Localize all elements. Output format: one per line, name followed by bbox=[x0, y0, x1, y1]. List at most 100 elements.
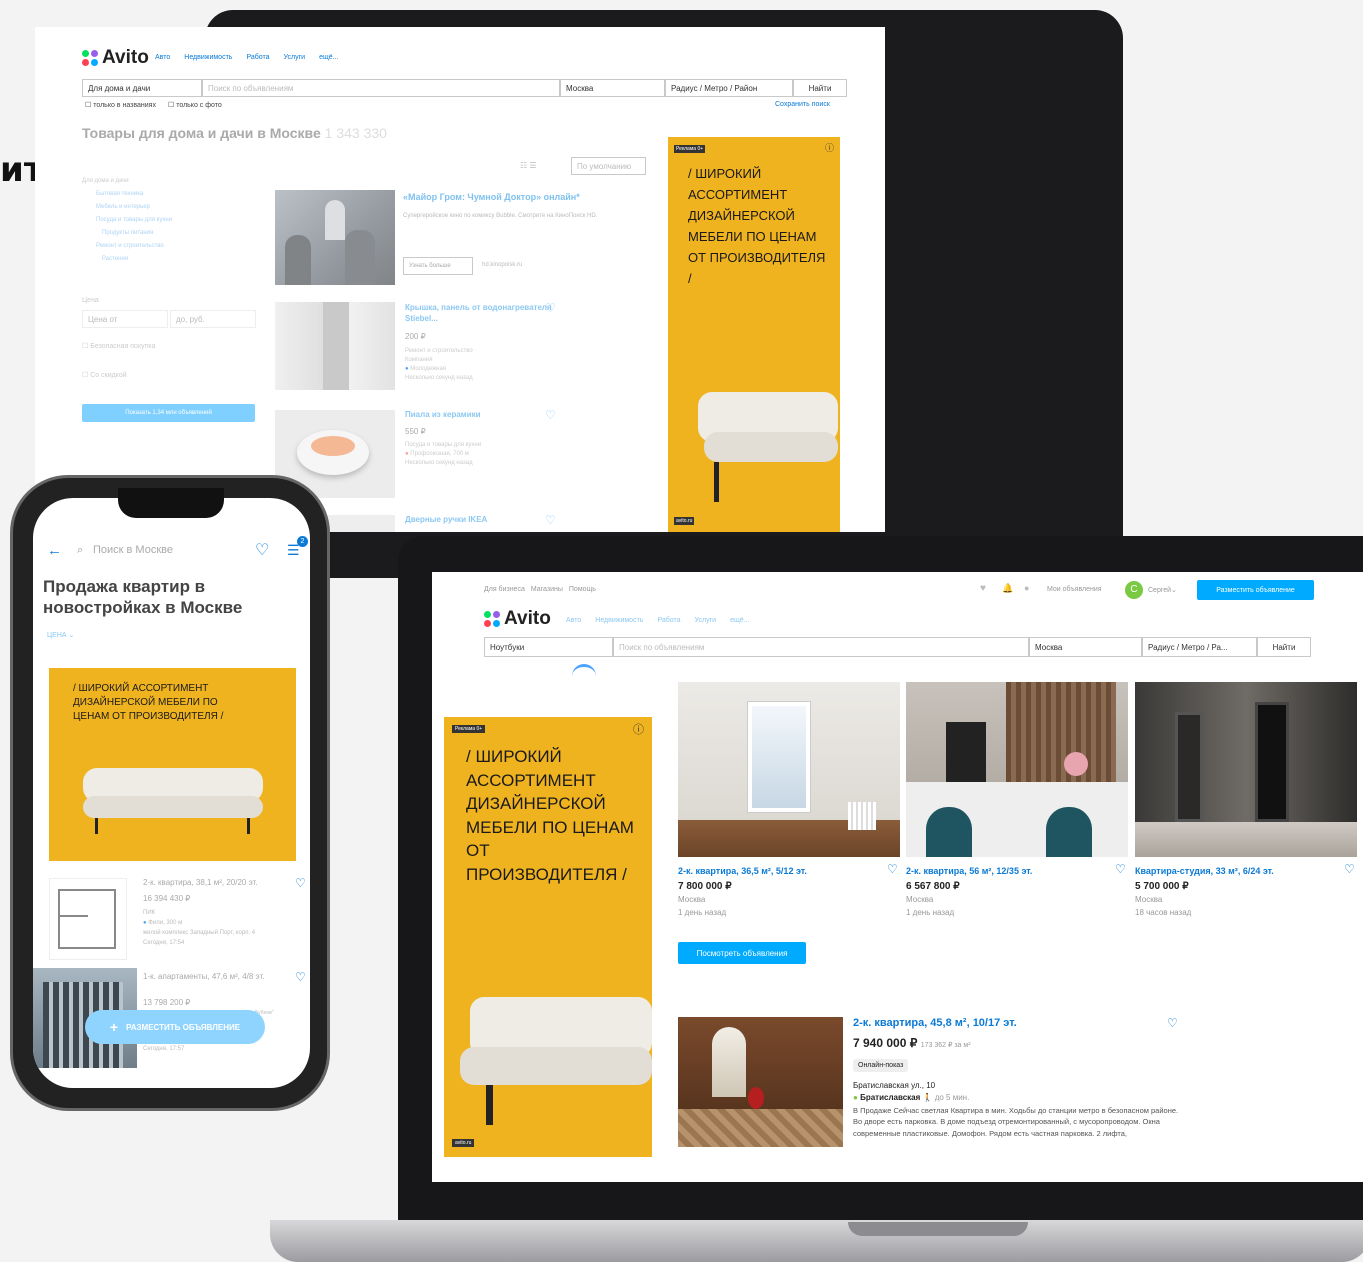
nav-services[interactable]: Услуги bbox=[695, 617, 717, 624]
only-titles-checkbox[interactable]: ☐ только в названиях bbox=[85, 101, 156, 109]
listing-photo[interactable] bbox=[678, 1017, 843, 1147]
category-select[interactable]: Для дома и дачи bbox=[82, 79, 202, 97]
price-filter-chip[interactable]: ЦЕНА ⌄ bbox=[47, 631, 74, 639]
category-select[interactable]: Ноутбуки bbox=[484, 637, 613, 657]
favorite-heart-icon[interactable]: ♡ bbox=[545, 513, 556, 527]
only-photo-checkbox[interactable]: ☐ только с фото bbox=[168, 101, 222, 109]
location-select[interactable]: Москва bbox=[1029, 637, 1142, 657]
favorite-heart-icon[interactable]: ♡ bbox=[887, 862, 898, 876]
radius-select[interactable]: Радиус / Метро / Ра... bbox=[1142, 637, 1257, 657]
results-title: Товары для дома и дачи в Москве 1 343 33… bbox=[82, 125, 387, 141]
category-item[interactable]: Растения bbox=[82, 253, 172, 266]
notifications-bell-icon[interactable]: 🔔 bbox=[1002, 583, 1013, 594]
listing-complex: жилой комплекс Западный Порт, корп. 4 bbox=[143, 930, 256, 936]
card-city: Москва bbox=[906, 895, 934, 904]
search-input[interactable]: Поиск по объявлениям bbox=[202, 79, 560, 97]
show-results-button[interactable]: Показать 1,34 млн объявлений bbox=[82, 404, 255, 422]
my-ads-link[interactable]: Мои объявления bbox=[1047, 586, 1102, 593]
avito-logo[interactable]: Avito bbox=[82, 47, 149, 69]
category-item[interactable]: Бытовая техника bbox=[82, 188, 172, 201]
listing-metro-name: Профсоюзная, 700 м bbox=[410, 451, 469, 457]
nav-jobs[interactable]: Работа bbox=[657, 617, 680, 624]
shops-link[interactable]: Магазины bbox=[531, 586, 563, 593]
nav-more[interactable]: ещё... bbox=[730, 617, 749, 624]
card-time: 1 день назад bbox=[906, 908, 955, 917]
promo-title[interactable]: «Майор Гром: Чумной Доктор» онлайн* bbox=[403, 192, 643, 202]
card-title[interactable]: 2-к. квартира, 56 м², 12/35 эт. bbox=[906, 866, 1106, 876]
listing-metro: ● Молодежная bbox=[405, 366, 447, 372]
ad-banner[interactable]: Реклама 0+ ⓘ / ШИРОКИЙ АССОРТИМЕНТ ДИЗАЙ… bbox=[444, 717, 652, 1157]
view-toggle-icons[interactable]: ☷ ☰ bbox=[520, 161, 537, 170]
floorplan-photo[interactable] bbox=[49, 878, 127, 960]
category-root[interactable]: Для дома и дачи bbox=[82, 175, 172, 188]
card-title[interactable]: 2-к. квартира, 36,5 м², 5/12 эт. bbox=[678, 866, 878, 876]
promo-more-button[interactable]: Узнать больше bbox=[403, 257, 473, 275]
sort-select[interactable]: По умолчанию bbox=[571, 157, 646, 175]
top-links: Для бизнеса Магазины Помощь bbox=[484, 586, 596, 593]
find-button[interactable]: Найти bbox=[1257, 637, 1311, 657]
favorite-heart-icon[interactable]: ♡ bbox=[1344, 862, 1355, 876]
phone-listing-title[interactable]: 1-к. апартаменты, 47,6 м², 4/8 эт. bbox=[143, 972, 283, 981]
nav-more[interactable]: ещё... bbox=[319, 54, 338, 61]
nav-auto[interactable]: Авто bbox=[155, 54, 170, 61]
save-search-link[interactable]: Сохранить поиск bbox=[775, 101, 830, 108]
view-ads-button[interactable]: Посмотреть объявления bbox=[678, 942, 806, 964]
price-from-input[interactable]: Цена от bbox=[82, 310, 168, 328]
safe-buy-checkbox[interactable]: ☐ Безопасная покупка bbox=[82, 342, 156, 350]
category-item[interactable]: Посуда и товары для кухни bbox=[82, 214, 172, 227]
user-menu[interactable]: Сергей⌄ bbox=[1148, 586, 1177, 594]
favorite-heart-icon[interactable]: ♡ bbox=[295, 970, 306, 984]
apartment-photo[interactable] bbox=[678, 682, 900, 857]
favorite-heart-icon[interactable]: ♡ bbox=[1167, 1016, 1178, 1030]
favorite-heart-icon[interactable]: ♡ bbox=[295, 876, 306, 890]
apartment-photo[interactable] bbox=[906, 682, 1128, 857]
business-link[interactable]: Для бизнеса bbox=[484, 586, 525, 593]
messages-icon[interactable]: ● bbox=[1024, 583, 1029, 593]
find-button[interactable]: Найти bbox=[793, 79, 847, 97]
category-item[interactable]: Ремонт и строительство bbox=[82, 240, 172, 253]
info-icon[interactable]: ⓘ bbox=[825, 141, 834, 154]
category-item[interactable]: Продукты питания bbox=[82, 227, 172, 240]
radius-select[interactable]: Радиус / Метро / Район bbox=[665, 79, 793, 97]
listing-photo[interactable] bbox=[275, 302, 395, 390]
avito-logo[interactable]: Avito bbox=[484, 608, 551, 630]
back-arrow-icon[interactable]: ← bbox=[47, 542, 62, 559]
phone-search-input[interactable]: Поиск в Москве bbox=[93, 544, 173, 556]
location-select[interactable]: Москва bbox=[560, 79, 665, 97]
listing-metro-name: Фили, 300 м bbox=[148, 920, 183, 926]
help-link[interactable]: Помощь bbox=[569, 586, 596, 593]
promo-image[interactable] bbox=[275, 190, 395, 285]
discount-checkbox[interactable]: ☐ Со скидкой bbox=[82, 371, 127, 379]
user-avatar[interactable]: C bbox=[1125, 581, 1143, 599]
listing-meta: Ремонт и строительство Компания ● Молоде… bbox=[405, 347, 515, 383]
info-icon[interactable]: ⓘ bbox=[633, 721, 644, 737]
nav-realty[interactable]: Недвижимость bbox=[595, 617, 643, 624]
listing-title[interactable]: Дверные ручки IKEA bbox=[405, 515, 487, 524]
nav-realty[interactable]: Недвижимость bbox=[184, 54, 232, 61]
phone-ad-banner[interactable]: / ШИРОКИЙ АССОРТИМЕНТ ДИЗАЙНЕРСКОЙ МЕБЕЛ… bbox=[49, 668, 296, 861]
listing-title[interactable]: Крышка, панель от водонагревателя Stiebe… bbox=[405, 302, 555, 324]
ad-banner[interactable]: Реклама 0+ ⓘ / ШИРОКИЙ АССОРТИМЕНТ ДИЗАЙ… bbox=[668, 137, 840, 532]
post-ad-fab[interactable]: + РАЗМЕСТИТЬ ОБЪЯВЛЕНИЕ bbox=[85, 1010, 265, 1044]
favorite-heart-icon[interactable]: ♡ bbox=[545, 301, 556, 315]
favorite-heart-icon[interactable]: ♡ bbox=[1115, 862, 1126, 876]
card-title[interactable]: Квартира-студия, 33 м², 6/24 эт. bbox=[1135, 866, 1335, 876]
price-to-input[interactable]: до, руб. bbox=[170, 310, 256, 328]
apartment-photo[interactable] bbox=[1135, 682, 1357, 857]
listing-walk-time: до 5 мин. bbox=[934, 1093, 970, 1102]
user-name: Сергей bbox=[1148, 587, 1172, 594]
category-item[interactable]: Мебель и интерьер bbox=[82, 201, 172, 214]
nav-jobs[interactable]: Работа bbox=[246, 54, 269, 61]
listing-title[interactable]: 2-к. квартира, 45,8 м², 10/17 эт. bbox=[853, 1017, 1017, 1029]
favorites-icon[interactable]: ♥ bbox=[980, 583, 986, 594]
favorite-heart-icon[interactable]: ♡ bbox=[545, 408, 556, 422]
search-input[interactable]: Поиск по объявлениям bbox=[613, 637, 1029, 657]
nav-auto[interactable]: Авто bbox=[566, 617, 581, 624]
nav-services[interactable]: Услуги bbox=[284, 54, 306, 61]
phone-listing-title[interactable]: 2-к. квартира, 38,1 м², 20/20 эт. bbox=[143, 878, 293, 887]
ad-text: / ШИРОКИЙ АССОРТИМЕНТ ДИЗАЙНЕРСКОЙ МЕБЕЛ… bbox=[688, 166, 826, 286]
favorites-heart-icon[interactable]: ♡ bbox=[255, 540, 269, 560]
main-nav: Авто Недвижимость Работа Услуги ещё... bbox=[566, 617, 763, 624]
listing-title[interactable]: Пиала из керамики bbox=[405, 410, 555, 419]
post-ad-button[interactable]: Разместить объявление bbox=[1197, 580, 1314, 600]
